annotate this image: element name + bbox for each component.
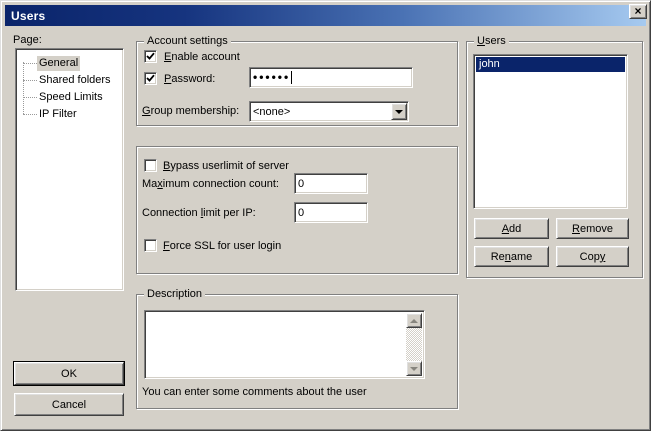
bypass-userlimit-label: Bypass userlimit of server <box>163 160 289 173</box>
tree-item-label[interactable]: General <box>37 56 80 71</box>
tree-stub <box>23 80 37 81</box>
scroll-down-button[interactable] <box>406 361 422 376</box>
max-connection-count-label: Maximum connection count: <box>142 178 279 191</box>
window-title: Users <box>5 9 45 23</box>
password-field[interactable]: •••••• <box>249 67 413 88</box>
scroll-down-icon <box>410 367 418 371</box>
max-connection-count-value: 0 <box>298 178 304 190</box>
description-scrollbar[interactable] <box>406 313 422 376</box>
remove-button[interactable]: Remove <box>556 218 629 239</box>
tree-item-ip-filter[interactable]: IP Filter <box>18 106 79 122</box>
users-caption: Users <box>474 35 509 48</box>
users-listbox[interactable]: john <box>473 54 628 209</box>
user-list-item[interactable]: john <box>476 57 625 72</box>
scroll-up-icon <box>410 319 418 323</box>
password-checkbox[interactable] <box>144 72 157 85</box>
chevron-down-icon <box>395 110 403 114</box>
users-group: Users john Add Remove Rename Copy <box>466 41 643 278</box>
check-icon <box>146 52 155 61</box>
group-membership-label: Group membership: <box>142 105 239 118</box>
password-label: Password: <box>164 73 215 86</box>
connection-limit-per-ip-field[interactable]: 0 <box>294 202 368 223</box>
page-label: Page: <box>13 34 42 47</box>
enable-account-label: Enable account <box>164 51 240 64</box>
cancel-button[interactable]: Cancel <box>14 393 124 416</box>
connection-limit-per-ip-label: Connection limit per IP: <box>142 207 256 220</box>
users-dialog: Users × Page: General Shared folders Spe… <box>0 0 651 431</box>
scrollbar-track[interactable] <box>406 328 422 361</box>
enable-account-checkbox[interactable] <box>144 50 157 63</box>
page-tree[interactable]: General Shared folders Speed Limits IP F… <box>15 48 124 291</box>
group-membership-value: <none> <box>250 102 390 121</box>
rename-button[interactable]: Rename <box>474 246 549 267</box>
check-icon <box>146 74 155 83</box>
user-name: john <box>479 58 500 71</box>
tree-item-shared-folders[interactable]: Shared folders <box>18 72 113 88</box>
password-value: •••••• <box>253 72 290 83</box>
tree-item-general[interactable]: General <box>18 55 80 71</box>
group-membership-select[interactable]: <none> <box>249 101 409 122</box>
description-textarea[interactable] <box>144 310 425 379</box>
account-settings-caption: Account settings <box>144 35 231 48</box>
bypass-userlimit-checkbox[interactable] <box>144 159 157 172</box>
add-button[interactable]: Add <box>474 218 549 239</box>
connection-limits-group: Bypass userlimit of server Maximum conne… <box>136 146 458 274</box>
tree-stub <box>23 63 37 64</box>
description-hint: You can enter some comments about the us… <box>142 386 367 399</box>
tree-item-speed-limits[interactable]: Speed Limits <box>18 89 105 105</box>
tree-item-label[interactable]: Speed Limits <box>37 90 105 105</box>
tree-stub <box>23 97 37 98</box>
ok-button[interactable]: OK <box>14 362 124 385</box>
close-button[interactable]: × <box>629 4 647 19</box>
text-caret <box>291 71 292 84</box>
title-bar[interactable]: Users <box>5 5 646 26</box>
description-caption: Description <box>144 288 205 301</box>
connection-limit-per-ip-value: 0 <box>298 207 304 219</box>
combo-dropdown-button[interactable] <box>391 103 407 120</box>
copy-button[interactable]: Copy <box>556 246 629 267</box>
tree-stub <box>23 114 37 115</box>
max-connection-count-field[interactable]: 0 <box>294 173 368 194</box>
account-settings-group: Account settings Enable account Password… <box>136 41 458 126</box>
force-ssl-label: Force SSL for user login <box>163 240 281 253</box>
tree-item-label[interactable]: IP Filter <box>37 107 79 122</box>
force-ssl-checkbox[interactable] <box>144 239 157 252</box>
description-group: Description You can enter some comments … <box>136 294 458 409</box>
scroll-up-button[interactable] <box>406 313 422 328</box>
tree-item-label[interactable]: Shared folders <box>37 73 113 88</box>
close-icon: × <box>634 5 641 17</box>
